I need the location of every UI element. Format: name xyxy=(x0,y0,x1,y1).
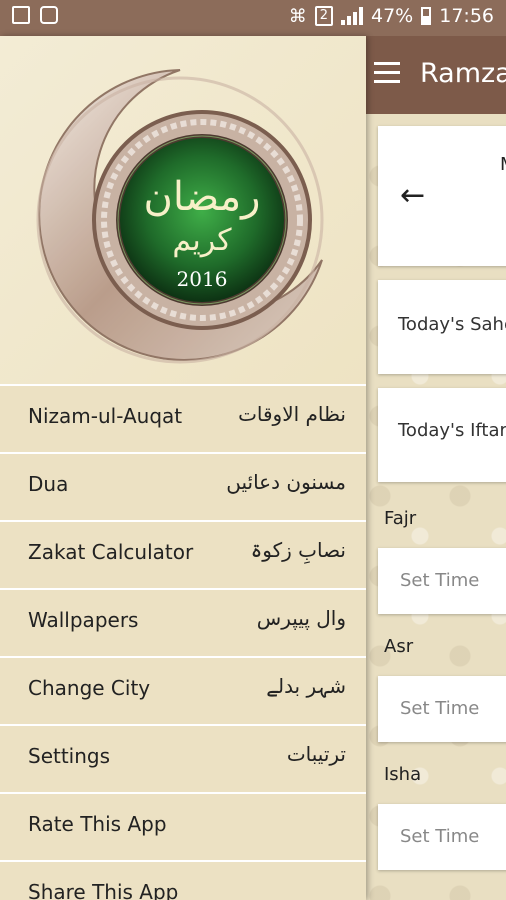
menu-item-label: Rate This App xyxy=(28,812,167,836)
emblem-year: 2016 xyxy=(177,267,228,291)
ramadan-kareem-emblem: رمضان کریم 2016 xyxy=(36,69,324,364)
asr-placeholder: Set Time xyxy=(400,698,480,719)
wifi-icon: ⌘ xyxy=(288,5,307,27)
menu-item-urdu-label: وال پیپرس xyxy=(256,606,346,630)
fajr-time-field[interactable]: Set Time xyxy=(378,548,506,614)
image-icon xyxy=(12,6,30,24)
menu-item-label: Zakat Calculator xyxy=(28,540,194,564)
menu-item-label: Change City xyxy=(28,676,151,700)
menu-item-label: Wallpapers xyxy=(28,608,139,632)
drawer-header: رمضان کریم 2016 xyxy=(0,36,366,384)
prayer-name-isha: Isha xyxy=(384,764,422,785)
menu-item-share-this-app[interactable]: Share This App xyxy=(0,860,366,900)
header-card: ← M xyxy=(378,126,506,266)
menu-item-urdu-label: نصابِ زکوۃ xyxy=(250,538,346,562)
navigation-drawer: رمضان کریم 2016 Nizam-ul-Auqat نظام الاو… xyxy=(0,36,366,900)
isha-placeholder: Set Time xyxy=(400,826,480,847)
signal-icon xyxy=(341,7,363,25)
clock: 17:56 xyxy=(439,5,494,27)
sync-icon xyxy=(40,6,58,24)
menu-item-dua[interactable]: Dua مسنون دعائیں xyxy=(0,452,366,520)
menu-item-change-city[interactable]: Change City شہر بدلے xyxy=(0,656,366,724)
sim-slot-badge: 2 xyxy=(314,6,333,26)
menu-item-urdu-label: ترتیبات xyxy=(286,742,346,766)
back-arrow-icon[interactable]: ← xyxy=(400,178,425,213)
menu-item-zakat-calculator[interactable]: Zakat Calculator نصابِ زکوۃ xyxy=(0,520,366,588)
menu-item-label: Nizam-ul-Auqat xyxy=(28,404,183,428)
app-bar: Ramza xyxy=(366,36,506,114)
battery-icon xyxy=(421,7,432,25)
emblem-text-kareem: کریم xyxy=(172,223,232,258)
sehri-label: Today's Sahe xyxy=(398,314,506,335)
prayer-name-asr: Asr xyxy=(384,636,414,657)
menu-item-urdu-label: شہر بدلے xyxy=(266,674,346,698)
menu-item-label: Settings xyxy=(28,744,111,768)
menu-item-nizam-ul-auqat[interactable]: Nizam-ul-Auqat نظام الاوقات xyxy=(0,384,366,452)
menu-item-label: Dua xyxy=(28,472,69,496)
asr-time-field[interactable]: Set Time xyxy=(378,676,506,742)
app-title: Ramza xyxy=(420,58,506,89)
menu-item-settings[interactable]: Settings ترتیبات xyxy=(0,724,366,792)
iftar-card[interactable]: Today's Iftar xyxy=(378,388,506,482)
status-bar: ⌘ 2 47% 17:56 xyxy=(0,0,506,36)
menu-item-urdu-label: مسنون دعائیں xyxy=(226,470,346,494)
fajr-placeholder: Set Time xyxy=(400,570,480,591)
menu-item-wallpapers[interactable]: Wallpapers وال پیپرس xyxy=(0,588,366,656)
drawer-menu: Nizam-ul-Auqat نظام الاوقات Dua مسنون دع… xyxy=(0,384,366,900)
menu-item-urdu-label: نظام الاوقات xyxy=(238,402,346,426)
menu-item-label: Share This App xyxy=(28,880,179,900)
emblem-text-ramadan: رمضان xyxy=(144,174,261,220)
isha-time-field[interactable]: Set Time xyxy=(378,804,506,870)
header-card-title: M xyxy=(500,154,506,175)
iftar-label: Today's Iftar xyxy=(398,420,506,441)
battery-percent: 47% xyxy=(371,5,414,27)
menu-item-rate-this-app[interactable]: Rate This App xyxy=(0,792,366,860)
sehri-card[interactable]: Today's Sahe xyxy=(378,280,506,374)
prayer-name-fajr: Fajr xyxy=(384,508,417,529)
hamburger-icon[interactable] xyxy=(374,62,400,84)
